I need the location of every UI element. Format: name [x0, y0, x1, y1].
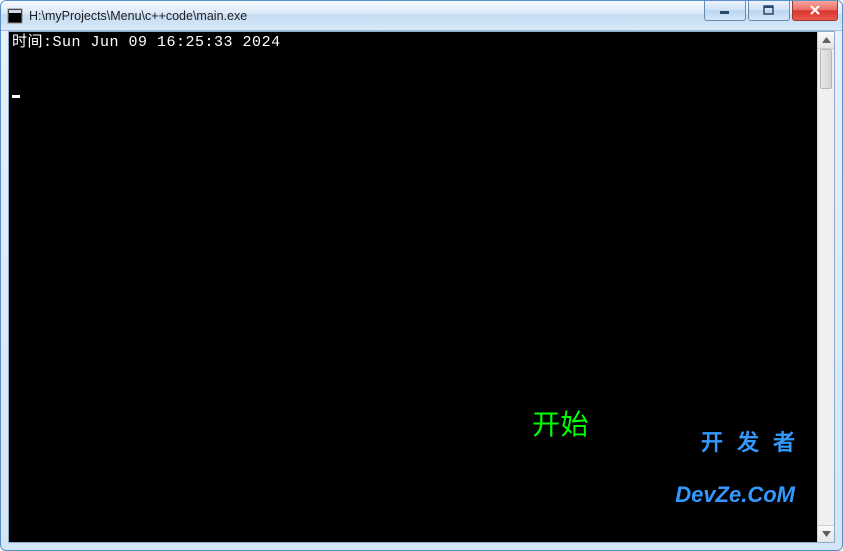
chevron-down-icon	[822, 531, 831, 537]
time-label: 时间	[12, 34, 43, 51]
close-button[interactable]	[792, 1, 838, 21]
chevron-up-icon	[822, 37, 831, 43]
window-controls	[702, 1, 838, 30]
window-title: H:\myProjects\Menu\c++code\main.exe	[29, 9, 702, 23]
start-label: 开始	[532, 416, 589, 433]
close-icon	[809, 5, 821, 15]
time-value: Sun Jun 09 16:25:33 2024	[53, 34, 281, 51]
client-area: 时间:Sun Jun 09 16:25:33 2024 开始 开发者 DevZe…	[8, 31, 835, 543]
text-cursor	[12, 95, 20, 98]
watermark-line1: 开发者	[675, 432, 809, 454]
console-output: 时间:Sun Jun 09 16:25:33 2024 开始 开发者 DevZe…	[9, 32, 817, 542]
titlebar[interactable]: H:\myProjects\Menu\c++code\main.exe	[1, 1, 842, 31]
blank-line	[12, 51, 22, 68]
watermark: 开发者 DevZe.CoM	[675, 402, 795, 536]
minimize-icon	[719, 5, 731, 15]
app-icon	[7, 8, 23, 24]
maximize-icon	[763, 5, 775, 15]
maximize-button[interactable]	[748, 1, 790, 21]
scroll-up-button[interactable]	[818, 32, 834, 49]
scroll-thumb[interactable]	[820, 49, 832, 89]
watermark-line2: DevZe.CoM	[675, 484, 795, 506]
minimize-button[interactable]	[704, 1, 746, 21]
vertical-scrollbar[interactable]	[817, 32, 834, 542]
window-frame: H:\myProjects\Menu\c++code\main.exe	[0, 0, 843, 551]
scroll-track[interactable]	[818, 49, 834, 525]
scroll-down-button[interactable]	[818, 525, 834, 542]
